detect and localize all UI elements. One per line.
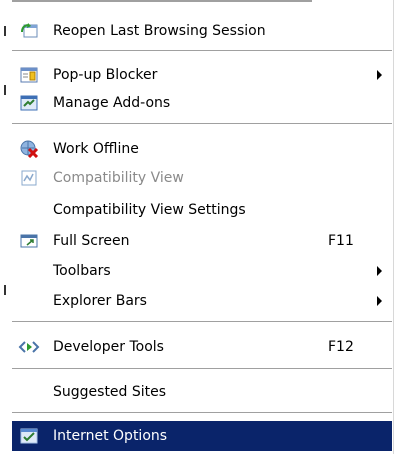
- menu-separator: [12, 412, 392, 414]
- menu-item-full-screen[interactable]: Full Screen F11: [12, 226, 392, 255]
- menu-item-label: Suggested Sites: [53, 383, 167, 400]
- compatibility-view-icon: [18, 168, 40, 188]
- menu-item-internet-options[interactable]: Internet Options: [12, 421, 392, 451]
- menu-item-label: Pop-up Blocker: [53, 66, 158, 83]
- menu-separator: [12, 321, 392, 323]
- top-border: [12, 0, 312, 2]
- menu-item-compatibility-view: Compatibility View: [12, 163, 392, 192]
- menu-item-label: Internet Options: [53, 428, 168, 444]
- menu-separator: [12, 50, 392, 52]
- submenu-arrow-icon: [377, 265, 382, 276]
- shortcut-text: F11: [328, 232, 354, 249]
- menu-item-compatibility-view-settings[interactable]: Compatibility View Settings: [12, 195, 392, 224]
- manage-addons-icon: [18, 93, 40, 113]
- submenu-arrow-icon: [377, 295, 382, 306]
- menu-item-label: Compatibility View: [53, 169, 184, 186]
- internet-options-icon: [18, 426, 40, 446]
- menu-item-developer-tools[interactable]: Developer Tools F12: [12, 332, 392, 361]
- menu-item-work-offline[interactable]: Work Offline: [12, 134, 392, 163]
- window-edge: [0, 0, 12, 454]
- menu-item-label: Full Screen: [53, 232, 130, 249]
- popup-blocker-icon: [18, 65, 40, 85]
- tools-menu: Reopen Last Browsing Session Pop-up Bloc…: [0, 0, 394, 454]
- menu-separator: [12, 123, 392, 125]
- developer-tools-icon: [18, 337, 40, 357]
- menu-item-popup-blocker[interactable]: Pop-up Blocker: [12, 60, 392, 89]
- menu-item-explorer-bars[interactable]: Explorer Bars: [12, 286, 392, 315]
- work-offline-icon: [18, 139, 40, 159]
- submenu-arrow-icon: [377, 69, 382, 80]
- menu-item-label: Reopen Last Browsing Session: [53, 22, 266, 39]
- menu-separator: [12, 368, 392, 370]
- menu-item-label: Toolbars: [53, 262, 111, 279]
- menu-item-label: Explorer Bars: [53, 292, 147, 309]
- menu-item-label: Manage Add-ons: [53, 94, 171, 111]
- menu-item-label: Compatibility View Settings: [53, 201, 246, 218]
- edge-mark: [4, 85, 6, 95]
- menu-item-label: Developer Tools: [53, 338, 164, 355]
- menu-item-label: Work Offline: [53, 140, 139, 157]
- menu-item-reopen-last-browsing-session[interactable]: Reopen Last Browsing Session: [12, 16, 392, 45]
- menu-item-manage-addons[interactable]: Manage Add-ons: [12, 88, 392, 117]
- reopen-session-icon: [18, 21, 40, 41]
- edge-mark: [4, 26, 6, 36]
- edge-mark: [4, 285, 6, 295]
- full-screen-icon: [18, 231, 40, 251]
- menu-item-toolbars[interactable]: Toolbars: [12, 256, 392, 285]
- shortcut-text: F12: [328, 338, 354, 355]
- menu-item-suggested-sites[interactable]: Suggested Sites: [12, 377, 392, 406]
